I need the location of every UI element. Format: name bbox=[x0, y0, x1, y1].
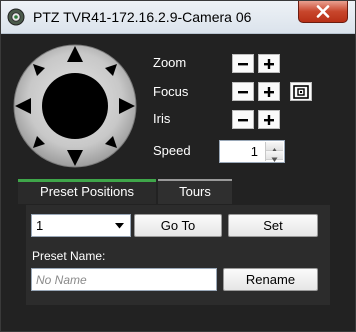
preset-name-label: Preset Name: bbox=[32, 249, 106, 263]
iris-close-button[interactable] bbox=[232, 110, 254, 129]
speed-spinner[interactable]: 1 bbox=[219, 140, 285, 163]
close-button[interactable] bbox=[298, 1, 348, 23]
rename-button[interactable]: Rename bbox=[223, 268, 318, 291]
preset-name-input[interactable]: No Name bbox=[31, 268, 217, 291]
speed-label: Speed bbox=[153, 143, 191, 158]
plus-icon bbox=[264, 86, 274, 97]
tab-strip: Preset Positions Tours bbox=[18, 179, 338, 205]
set-button[interactable]: Set bbox=[228, 214, 318, 237]
speed-value: 1 bbox=[250, 144, 258, 159]
go-to-button[interactable]: Go To bbox=[134, 214, 222, 237]
close-icon bbox=[316, 5, 330, 18]
triangle-down-icon bbox=[271, 157, 278, 162]
plus-icon bbox=[264, 58, 274, 69]
autofocus-icon bbox=[293, 84, 309, 99]
zoom-out-button[interactable] bbox=[232, 54, 254, 73]
camera-gear-icon bbox=[7, 8, 25, 26]
chevron-down-icon bbox=[115, 223, 124, 229]
ptz-window: PTZ TVR41-172.16.2.9-Camera 06 Zoom Focu… bbox=[0, 0, 356, 332]
focus-far-button[interactable] bbox=[258, 82, 280, 101]
zoom-label: Zoom bbox=[153, 55, 187, 70]
minus-icon bbox=[238, 90, 248, 93]
tab-tours[interactable]: Tours bbox=[158, 179, 232, 204]
minus-icon bbox=[238, 118, 248, 121]
speed-spin-buttons bbox=[265, 142, 283, 162]
preset-panel: 1 Go To Set Preset Name: No Name Rename bbox=[26, 205, 330, 305]
pan-tilt-joystick[interactable] bbox=[13, 44, 137, 168]
title-bar[interactable]: PTZ TVR41-172.16.2.9-Camera 06 bbox=[1, 1, 355, 34]
minus-icon bbox=[238, 62, 248, 65]
zoom-in-button[interactable] bbox=[258, 54, 280, 73]
focus-label: Focus bbox=[153, 84, 189, 99]
plus-icon bbox=[264, 114, 274, 125]
speed-decrement-button[interactable] bbox=[266, 151, 283, 162]
preset-select[interactable]: 1 bbox=[31, 214, 131, 237]
iris-open-button[interactable] bbox=[258, 110, 280, 129]
tab-preset-positions[interactable]: Preset Positions bbox=[18, 179, 156, 204]
iris-label: Iris bbox=[153, 111, 171, 126]
focus-near-button[interactable] bbox=[232, 82, 254, 101]
ptz-controls: Zoom Focus Iris Speed bbox=[1, 34, 355, 174]
speed-increment-button[interactable] bbox=[266, 142, 283, 153]
autofocus-button[interactable] bbox=[290, 82, 312, 101]
preset-name-placeholder: No Name bbox=[36, 273, 87, 287]
window-title: PTZ TVR41-172.16.2.9-Camera 06 bbox=[33, 9, 252, 25]
preset-select-value: 1 bbox=[36, 218, 44, 233]
